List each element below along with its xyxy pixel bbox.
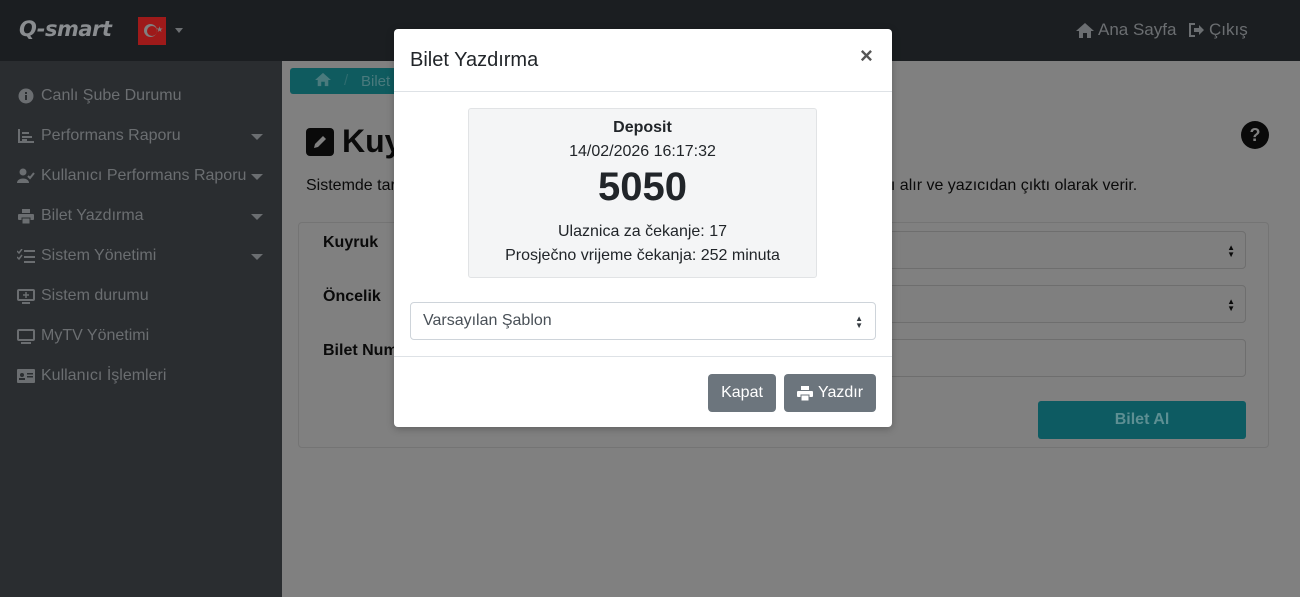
help-icon[interactable]: ? xyxy=(1241,121,1269,149)
sidebar-item-performans-raporu[interactable]: Performans Raporu xyxy=(17,124,267,148)
breadcrumb-separator: / xyxy=(344,72,349,89)
chevron-down-icon[interactable] xyxy=(175,28,183,33)
turkey-flag-icon[interactable]: ★ xyxy=(138,17,166,45)
close-button[interactable]: Kapat xyxy=(708,374,776,412)
sidebar-item-label: Bilet Yazdırma xyxy=(41,207,144,224)
user-check-icon xyxy=(17,168,35,184)
ticket-number: 5050 xyxy=(598,165,687,209)
sidebar-item-canli-sube-durumu[interactable]: Canlı Şube Durumu xyxy=(17,84,267,108)
close-icon[interactable]: × xyxy=(860,45,873,67)
sidebar-item-bilet-yazdirma[interactable]: Bilet Yazdırma xyxy=(17,204,267,228)
close-button-label: Kapat xyxy=(721,384,763,401)
get-ticket-button[interactable]: Bilet Al xyxy=(1038,401,1246,439)
select-arrows-icon: ▲ ▼ xyxy=(1227,297,1235,313)
sidebar-item-label: Performans Raporu xyxy=(41,127,181,144)
sidebar-item-sistem-yonetimi[interactable]: Sistem Yönetimi xyxy=(17,244,267,268)
tv-icon xyxy=(17,328,35,344)
queue-label: Kuyruk xyxy=(323,234,379,251)
printer-icon xyxy=(796,385,813,401)
sidebar-item-kullanici-islemleri[interactable]: Kullanıcı İşlemleri xyxy=(17,364,267,388)
monitor-icon xyxy=(17,288,35,304)
template-select[interactable]: Varsayılan Şablon ▲ ▼ xyxy=(410,302,876,340)
home-icon[interactable] xyxy=(314,72,332,91)
ticket-number-label: Bilet Num xyxy=(323,342,398,359)
caret-down-icon xyxy=(251,134,263,140)
sidebar-item-sistem-durumu[interactable]: Sistem durumu xyxy=(17,284,267,308)
sidebar-item-label: Kullanıcı Performans Raporu xyxy=(41,167,247,184)
modal-footer: Kapat Yazdır xyxy=(394,356,892,427)
chart-icon xyxy=(17,128,35,144)
priority-label: Öncelik xyxy=(323,288,381,305)
caret-down-icon xyxy=(251,214,263,220)
print-button[interactable]: Yazdır xyxy=(784,374,876,412)
modal-title: Bilet Yazdırma xyxy=(410,49,539,71)
select-arrows-icon: ▲ ▼ xyxy=(1227,243,1235,259)
brand-logo[interactable]: Q-smart xyxy=(19,17,112,41)
home-link[interactable]: Ana Sayfa xyxy=(1075,20,1176,40)
template-select-value: Varsayılan Şablon xyxy=(423,312,552,329)
page-description-start: Sistemde tar xyxy=(306,177,396,194)
sidebar-item-label: Canlı Şube Durumu xyxy=(41,87,182,104)
sidebar-item-label: Sistem Yönetimi xyxy=(41,247,157,264)
caret-down-icon xyxy=(251,254,263,260)
sidebar-item-mytv-yonetimi[interactable]: MyTV Yönetimi xyxy=(17,324,267,348)
ticket-waiting-count: Ulaznica za čekanje: 17 xyxy=(558,223,727,240)
caret-down-icon xyxy=(251,174,263,180)
id-card-icon xyxy=(17,368,35,384)
sidebar-item-label: MyTV Yönetimi xyxy=(41,327,150,344)
ticket-average-wait: Prosječno vrijeme čekanja: 252 minuta xyxy=(505,247,780,264)
sidebar-item-label: Kullanıcı İşlemleri xyxy=(41,367,167,384)
ticket-service: Deposit xyxy=(613,119,672,136)
print-button-label: Yazdır xyxy=(817,384,864,401)
page-description-end: ası alır ve yazıcıdan çıktı olarak verir… xyxy=(874,177,1138,194)
info-circle-icon xyxy=(17,88,35,104)
page-title: Kuy xyxy=(306,123,402,160)
logout-link-label: Çıkış xyxy=(1209,20,1248,39)
sign-out-icon xyxy=(1189,23,1204,37)
modal-header: Bilet Yazdırma × xyxy=(394,29,892,92)
home-link-label: Ana Sayfa xyxy=(1098,20,1177,39)
ticket-preview: Deposit 14/02/2026 16:17:32 5050 Ulaznic… xyxy=(468,108,817,278)
list-check-icon xyxy=(17,248,35,264)
sidebar: Canlı Şube Durumu Performans Raporu Kull… xyxy=(0,61,282,597)
printer-icon xyxy=(17,208,35,224)
sidebar-item-label: Sistem durumu xyxy=(41,287,149,304)
ticket-datetime: 14/02/2026 16:17:32 xyxy=(569,143,716,160)
edit-icon xyxy=(306,127,334,156)
select-arrows-icon: ▲ ▼ xyxy=(855,314,863,330)
sidebar-item-kullanici-performans-raporu[interactable]: Kullanıcı Performans Raporu xyxy=(17,164,267,188)
print-ticket-modal: Bilet Yazdırma × Deposit 14/02/2026 16:1… xyxy=(394,29,892,427)
logout-link[interactable]: Çıkış xyxy=(1188,20,1248,40)
home-icon xyxy=(1076,22,1094,38)
